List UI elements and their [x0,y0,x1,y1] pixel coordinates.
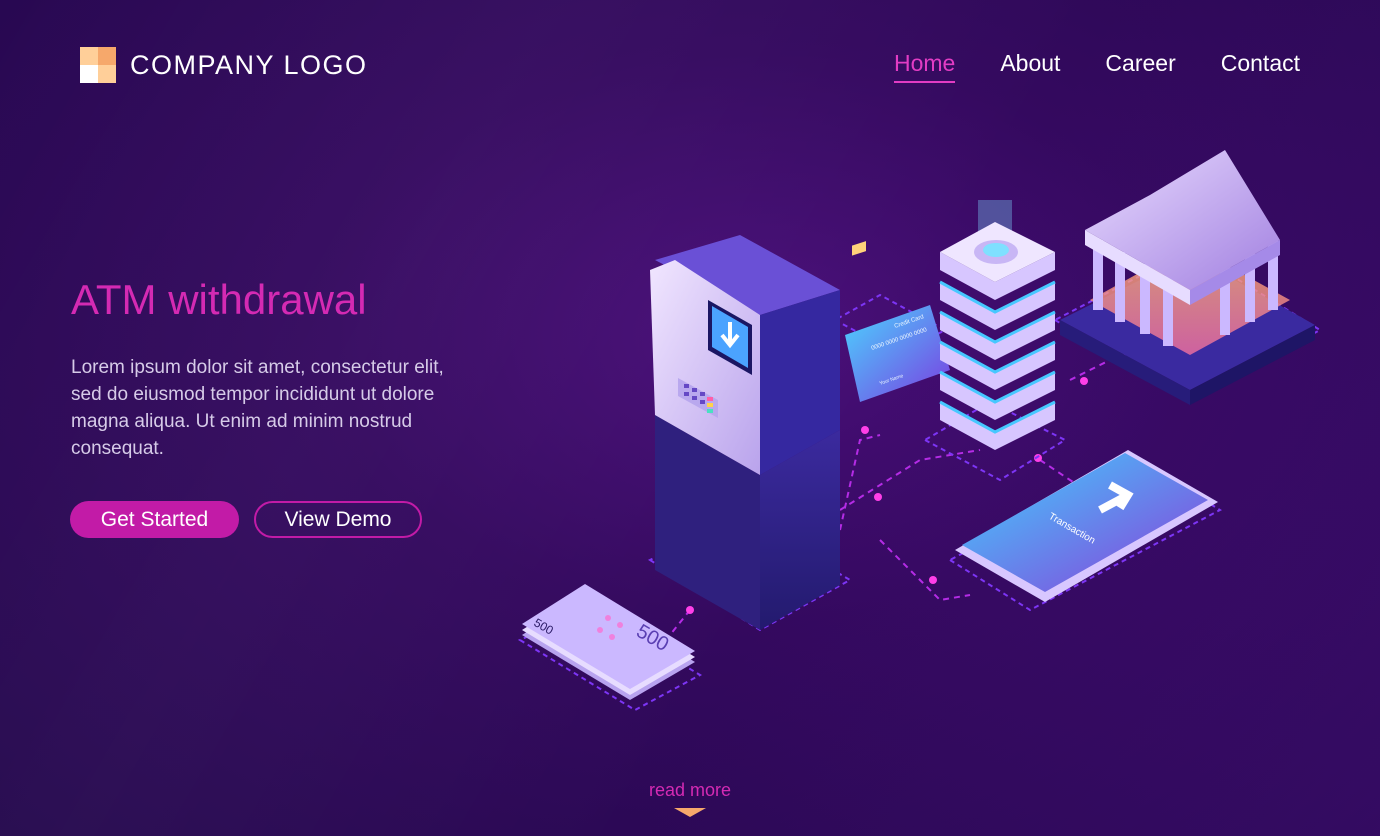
banknotes-icon: 500 500 [522,584,695,700]
atm-illustration: 0000 0000 0000 0000 Credit Card Your Nam… [517,150,1323,712]
logo-icon [80,47,116,83]
logo-text: COMPANY LOGO [130,49,368,80]
nav-home[interactable]: Home [893,50,956,83]
smartphone-icon: Transaction [955,450,1218,602]
chevron-down-icon[interactable] [674,808,706,817]
main-nav: Home About Career Contact [893,50,1300,83]
view-demo-button[interactable]: View Demo [254,501,422,538]
server-icon [939,200,1056,450]
credit-card-icon: 0000 0000 0000 0000 Credit Card Your Nam… [845,241,950,402]
company-logo[interactable]: COMPANY LOGO [80,47,368,83]
hero-description: Lorem ipsum dolor sit amet, consectetur … [71,357,444,459]
read-more-link[interactable]: read more [0,780,1380,801]
nav-contact[interactable]: Contact [1221,50,1300,83]
nav-about[interactable]: About [1000,50,1060,83]
get-started-button[interactable]: Get Started [70,501,239,538]
nav-career[interactable]: Career [1105,50,1175,83]
atm-machine-icon [650,235,840,630]
bank-icon [1060,150,1315,405]
hero-title: ATM withdrawal [71,276,367,323]
